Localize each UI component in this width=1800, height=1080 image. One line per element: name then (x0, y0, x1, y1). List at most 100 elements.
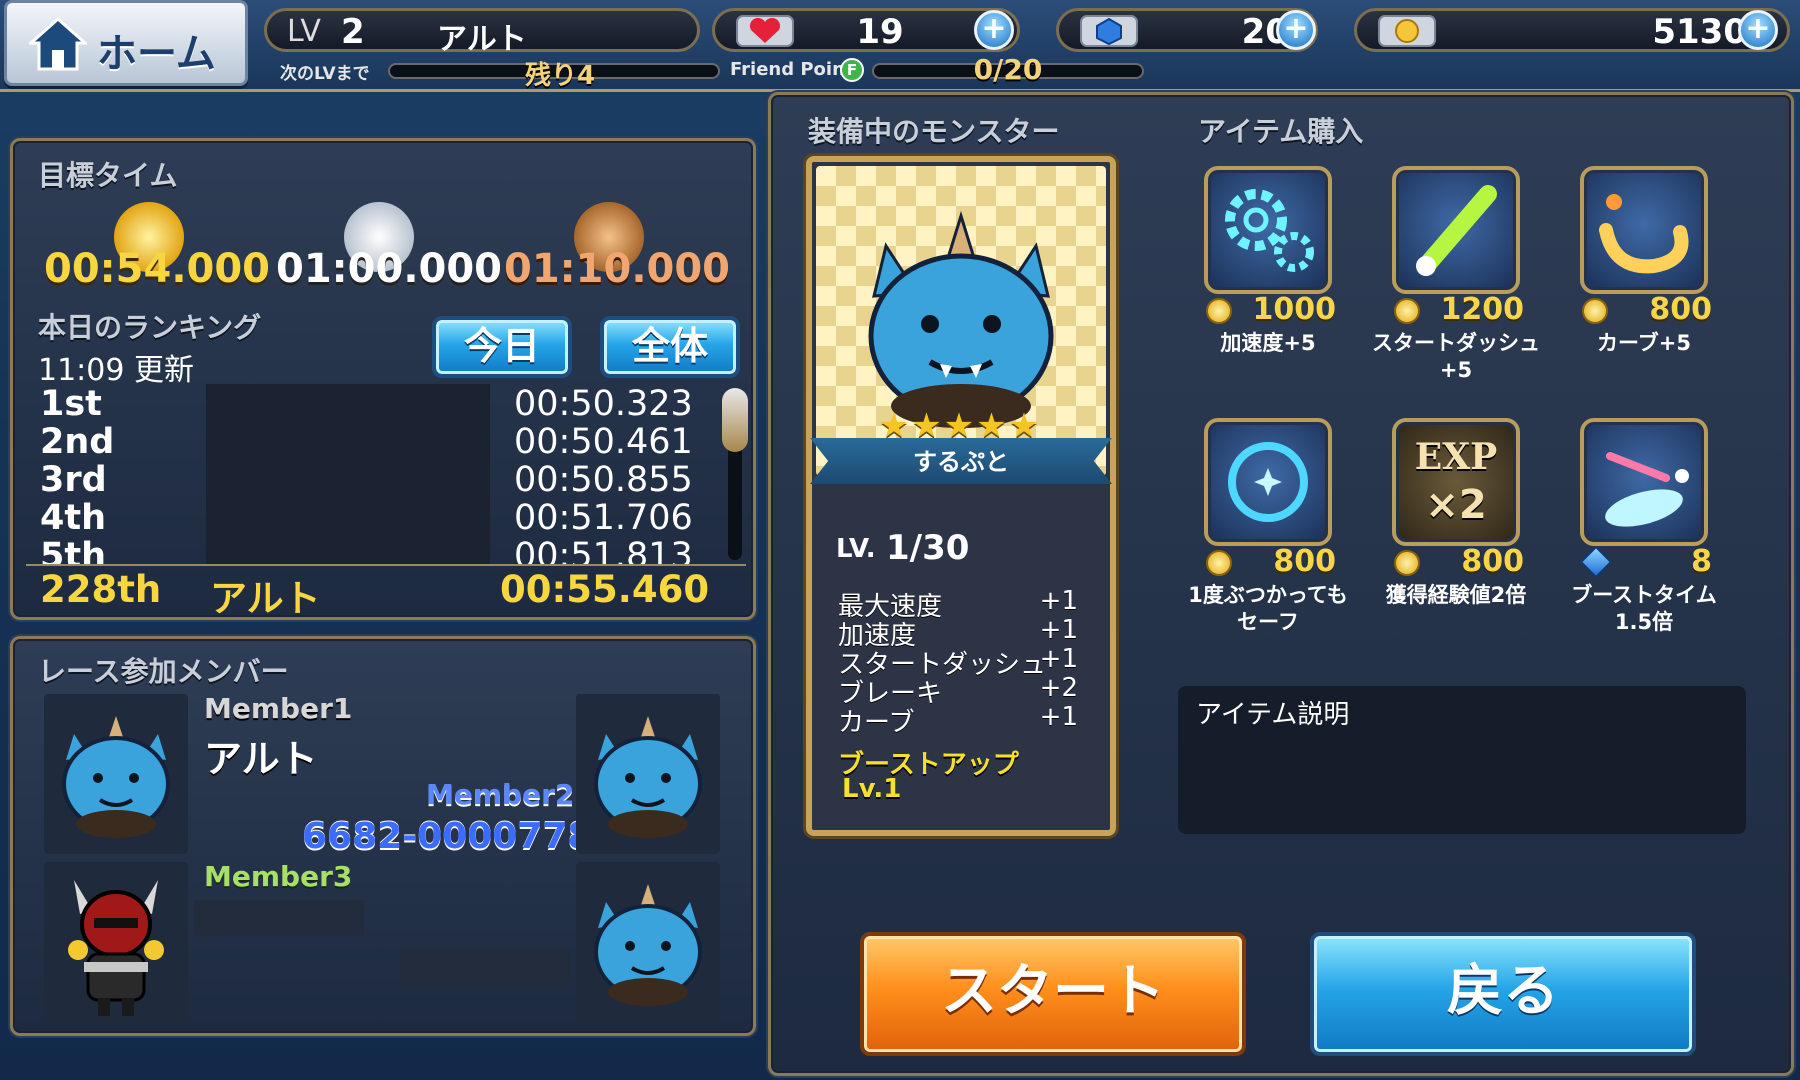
item-name: カーブ+5 (1597, 331, 1691, 355)
stat-row: カーブ +1 (838, 702, 1078, 739)
next-lv-label: 次のLVまで (280, 64, 370, 84)
lv-label: LV (287, 14, 321, 49)
item-name: 加速度+5 (1220, 331, 1316, 355)
boost-icon (1605, 452, 1689, 527)
x2-text: ×2 (1425, 482, 1487, 528)
home-label: ホーム (97, 31, 216, 77)
ranking-list[interactable]: 1st 00:50.323 2nd 00:50.461 3rd 00:50.85… (24, 384, 746, 564)
member3-avatar[interactable] (44, 862, 188, 1022)
ranking-rank: 4th (40, 498, 107, 538)
add-gems-button[interactable]: + (1276, 10, 1316, 50)
stat-value: +1 (1039, 615, 1078, 645)
friend-point-value: 0/20 (973, 53, 1043, 86)
gears-icon (1225, 189, 1314, 272)
heart-icon (736, 15, 794, 47)
item-name: ブーストタイム1.5倍 (1571, 583, 1717, 634)
gold-time: 00:54.000 (44, 246, 271, 292)
member3-label: Member3 (204, 860, 353, 893)
add-coins-button[interactable]: + (1738, 10, 1778, 50)
item-name: 獲得経験値2倍 (1385, 583, 1527, 607)
comet-icon (1416, 185, 1497, 276)
ranking-rank: 3rd (40, 460, 107, 500)
stat-name: カーブ (838, 708, 915, 738)
house-icon (29, 17, 87, 71)
ranking-time: 00:50.461 (514, 422, 693, 462)
item-price: 8 (1691, 544, 1712, 579)
item-price: 1200 (1440, 292, 1525, 327)
ranking-updated: 11:09 更新 (38, 353, 194, 388)
curve-icon (1599, 194, 1689, 274)
ranking-row: 2nd 00:50.461 (40, 422, 730, 462)
hearts-value: 19 (856, 12, 904, 52)
ranking-scrollbar[interactable] (722, 388, 748, 560)
coin-icon (1394, 550, 1420, 576)
my-time: 00:55.460 (500, 568, 710, 611)
member1-label: Member1 (204, 692, 353, 725)
shop-title: アイテム購入 (1198, 115, 1364, 148)
coin-icon (1394, 298, 1420, 324)
home-button[interactable]: ホーム (4, 0, 248, 86)
ranking-row: 4th 00:51.706 (40, 498, 730, 538)
scrollbar-thumb[interactable] (722, 388, 748, 452)
shop-item-safe[interactable] (1204, 418, 1332, 546)
equipped-title: 装備中のモンスター (808, 115, 1060, 148)
coins-value: 5130 (1652, 12, 1747, 52)
ranking-time: 00:50.855 (514, 460, 693, 500)
exp-text: EXP (1414, 436, 1498, 478)
item-price: 800 (1461, 544, 1524, 579)
my-rank: 228th (40, 568, 162, 611)
item-description-title: アイテム説明 (1196, 700, 1350, 730)
member2-id: 6682-0000778 (302, 816, 593, 857)
ranking-time: 00:51.706 (514, 498, 693, 538)
shop-item-boost[interactable] (1580, 418, 1708, 546)
friend-point-icon: F (840, 58, 864, 82)
member1-avatar[interactable] (44, 694, 188, 854)
divider (26, 564, 746, 566)
member4-avatar[interactable] (576, 862, 720, 1022)
coin-icon (1206, 298, 1232, 324)
shop-item-start-dash[interactable] (1392, 166, 1520, 294)
gem-icon (1080, 15, 1138, 47)
blue-monster-icon (594, 716, 702, 838)
blue-monster-icon (62, 716, 170, 838)
monster-name: するぷと (913, 448, 1009, 476)
my-name: アルト (210, 577, 321, 620)
bronze-time: 01:10.000 (504, 246, 731, 292)
friend-point-label: Friend Point (730, 59, 854, 80)
level-pill: LV 2 アルト (264, 8, 700, 57)
ranking-row: 3rd 00:50.855 (40, 460, 730, 500)
shop-item-exp[interactable]: EXP ×2 (1392, 418, 1520, 546)
stat-value: +1 (1039, 702, 1078, 732)
level-value: 2 (341, 12, 365, 52)
tab-today[interactable]: 今日 (432, 316, 572, 378)
ranking-time: 00:51.813 (514, 536, 693, 564)
item-name: 1度ぶつかってもセーフ (1188, 583, 1348, 634)
member1-name: アルト (204, 737, 318, 781)
stat-value: +1 (1039, 644, 1078, 674)
masked-warrior-icon (68, 880, 164, 1016)
tab-all[interactable]: 全体 (600, 316, 740, 378)
item-name: スタートダッシュ+5 (1372, 331, 1540, 382)
member2-avatar[interactable] (576, 694, 720, 854)
silver-time: 01:00.000 (276, 246, 503, 292)
blue-monster-icon (594, 884, 702, 1006)
ranking-row: 1st 00:50.323 (40, 384, 730, 424)
add-hearts-button[interactable]: + (974, 10, 1014, 50)
ranking-time: 00:50.323 (514, 384, 693, 424)
shop-item-accel[interactable] (1204, 166, 1332, 294)
coin-icon (1206, 550, 1232, 576)
coins-pill: 5130 (1354, 8, 1790, 52)
stat-value: +2 (1039, 673, 1078, 703)
back-button[interactable]: 戻る (1310, 932, 1696, 1056)
members-title: レース参加メンバー (38, 655, 289, 688)
ranking-row: 5th 00:51.813 (40, 536, 730, 564)
shop-item-curve[interactable] (1580, 166, 1708, 294)
ranking-rank: 1st (40, 384, 102, 424)
item-description-box: アイテム説明 (1178, 686, 1746, 834)
ranking-rank: 5th (40, 536, 107, 564)
stat-value: +1 (1039, 586, 1078, 616)
monster-portrait-icon (868, 210, 1054, 428)
player-name: アルト (437, 22, 527, 57)
start-button[interactable]: スタート (860, 932, 1246, 1056)
next-lv-value: 残り4 (524, 61, 596, 91)
